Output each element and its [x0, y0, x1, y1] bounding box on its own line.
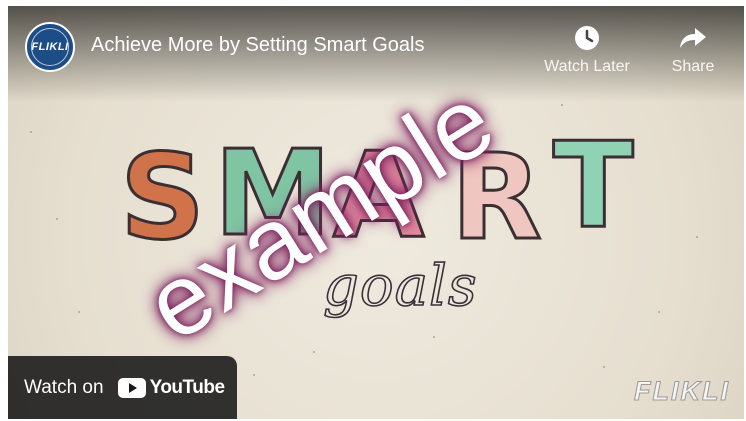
smart-letter-t: T [552, 116, 635, 254]
paper-speck [603, 366, 605, 368]
flikli-brand-watermark: FLIKLI [634, 376, 730, 407]
clock-icon [575, 26, 599, 50]
share-arrow-icon [680, 28, 706, 48]
watch-on-youtube-button[interactable]: Watch on YouTube [8, 356, 237, 419]
video-title[interactable]: Achieve More by Setting Smart Goals [91, 34, 424, 57]
youtube-label: YouTube [149, 376, 225, 398]
share-label: Share [671, 58, 715, 75]
watch-later-label: Watch Later [544, 58, 630, 75]
paper-speck [56, 218, 58, 220]
youtube-logo: YouTube [117, 376, 225, 399]
watch-on-label: Watch on [24, 376, 104, 398]
video-player[interactable]: S M A R T goals FLIKLI Achieve More by S… [8, 6, 744, 419]
paper-speck [696, 236, 698, 238]
paper-speck [30, 131, 32, 133]
paper-speck [78, 311, 80, 313]
paper-speck [313, 351, 315, 353]
channel-avatar[interactable]: FLIKLI [25, 22, 75, 72]
paper-speck [658, 311, 660, 313]
avatar-ring [31, 28, 69, 66]
watch-later-button[interactable]: Watch Later [535, 24, 639, 76]
paper-speck [561, 104, 563, 106]
paper-speck [433, 336, 435, 338]
share-button[interactable]: Share [663, 24, 723, 76]
youtube-play-icon [117, 377, 146, 398]
paper-speck [253, 374, 255, 376]
